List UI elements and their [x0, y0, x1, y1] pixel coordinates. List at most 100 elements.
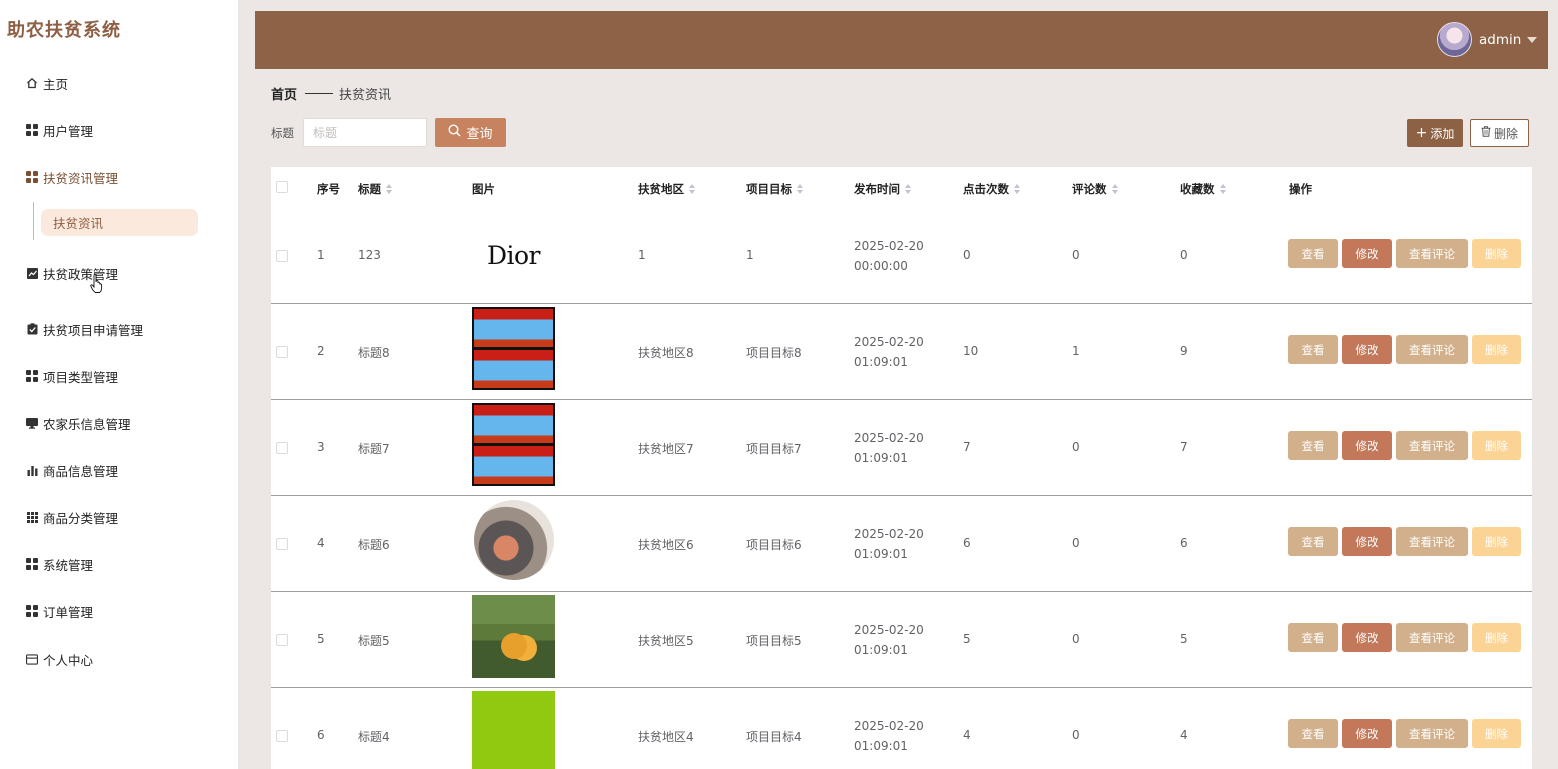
view-comments-button[interactable]: 查看评论 [1396, 719, 1468, 748]
add-button[interactable]: + 添加 [1407, 119, 1463, 147]
cell-time: 2025-02-20 01:09:01 [854, 527, 924, 561]
column-header-title[interactable]: 标题 [358, 181, 392, 197]
column-header-favorites[interactable]: 收藏数 [1180, 181, 1226, 197]
sidebar-item-home[interactable]: 主页 [26, 72, 68, 94]
sidebar-item-label: 商品信息管理 [43, 463, 119, 479]
view-button[interactable]: 查看 [1288, 719, 1338, 748]
view-button[interactable]: 查看 [1288, 527, 1338, 556]
row-checkbox[interactable] [276, 730, 288, 742]
view-comments-button[interactable]: 查看评论 [1396, 527, 1468, 556]
sidebar-subitem-news[interactable]: 扶贫资讯 [41, 209, 198, 236]
cell-index: 5 [317, 632, 325, 646]
row-checkbox[interactable] [276, 346, 288, 358]
cell-index: 4 [317, 536, 325, 550]
table-row: 4 标题6 扶贫地区6 项目目标6 2025-02-20 01:09:01 6 … [271, 496, 1532, 592]
delete-button[interactable]: 删除 [1472, 623, 1521, 652]
table-row: 6 标题4 扶贫地区4 项目目标4 2025-02-20 01:09:01 4 … [271, 688, 1532, 769]
clipboard-check-icon [26, 323, 38, 335]
row-checkbox[interactable] [276, 538, 288, 550]
sidebar-item-users[interactable]: 用户管理 [26, 119, 93, 141]
edit-button[interactable]: 修改 [1342, 527, 1392, 556]
table-row: 3 标题7 扶贫地区7 项目目标7 2025-02-20 01:09:01 7 … [271, 400, 1532, 496]
edit-button[interactable]: 修改 [1342, 239, 1392, 268]
sidebar-item-farm-stay[interactable]: 农家乐信息管理 [26, 412, 131, 434]
edit-button[interactable]: 修改 [1342, 335, 1392, 364]
cell-goal: 1 [746, 248, 754, 262]
view-comments-button[interactable]: 查看评论 [1396, 623, 1468, 652]
view-comments-button[interactable]: 查看评论 [1396, 335, 1468, 364]
column-header-clicks[interactable]: 点击次数 [963, 181, 1020, 197]
sidebar-item-policy[interactable]: 扶贫政策管理 [26, 262, 118, 284]
sort-icon [689, 184, 695, 194]
column-header-actions: 操作 [1289, 182, 1312, 196]
cell-time: 2025-02-20 01:09:01 [854, 431, 924, 465]
news-image-dior-logo: Dior [486, 241, 541, 270]
cell-region: 扶贫地区6 [638, 538, 694, 552]
edit-button[interactable]: 修改 [1342, 719, 1392, 748]
column-header-time[interactable]: 发布时间 [854, 181, 911, 197]
cell-region: 扶贫地区5 [638, 634, 694, 648]
view-comments-button[interactable]: 查看评论 [1396, 431, 1468, 460]
monitor-icon [26, 417, 38, 429]
cell-clicks: 6 [963, 536, 971, 550]
row-checkbox[interactable] [276, 250, 288, 262]
user-menu[interactable]: admin [1479, 32, 1538, 48]
cell-index: 1 [317, 248, 325, 262]
grid9-icon [26, 511, 38, 523]
home-icon [26, 77, 38, 89]
title-search-input[interactable] [303, 118, 427, 147]
sidebar-item-system[interactable]: 系统管理 [26, 553, 93, 575]
sidebar-item-orders[interactable]: 订单管理 [26, 600, 93, 622]
sidebar-item-project-apply[interactable]: 扶贫项目申请管理 [26, 318, 143, 340]
query-button[interactable]: 查询 [435, 118, 506, 147]
sidebar-item-news-management[interactable]: 扶贫资讯管理 [26, 166, 118, 188]
cell-favorites: 0 [1180, 248, 1188, 262]
avatar[interactable] [1437, 22, 1472, 57]
sidebar-item-label: 系统管理 [43, 557, 94, 573]
batch-delete-button[interactable]: 删除 [1470, 119, 1529, 147]
column-header-region[interactable]: 扶贫地区 [638, 181, 695, 197]
delete-button[interactable]: 删除 [1472, 719, 1521, 748]
cell-region: 扶贫地区8 [638, 346, 694, 360]
breadcrumb-separator [305, 93, 334, 94]
edit-button[interactable]: 修改 [1342, 431, 1392, 460]
cell-comments: 0 [1072, 728, 1080, 742]
view-button[interactable]: 查看 [1288, 335, 1338, 364]
row-checkbox[interactable] [276, 442, 288, 454]
trend-icon [26, 267, 38, 279]
sidebar-item-label: 主页 [43, 76, 69, 92]
delete-button[interactable]: 删除 [1472, 431, 1521, 460]
cell-region: 1 [638, 248, 646, 262]
row-checkbox[interactable] [276, 634, 288, 646]
select-all-checkbox[interactable] [276, 181, 288, 193]
cell-region: 扶贫地区4 [638, 730, 694, 744]
news-table: 序号 标题 图片 扶贫地区 项目目标 发布时间 点击次数 评论数 收藏数 操作 … [271, 167, 1532, 769]
view-button[interactable]: 查看 [1288, 431, 1338, 460]
column-header-goal[interactable]: 项目目标 [746, 181, 803, 197]
card-icon [26, 653, 38, 665]
breadcrumb-home[interactable]: 首页 [271, 84, 297, 103]
delete-button[interactable]: 删除 [1472, 527, 1521, 556]
cell-index: 2 [317, 344, 325, 358]
caret-down-icon [1527, 37, 1538, 43]
view-comments-button[interactable]: 查看评论 [1396, 239, 1468, 268]
cell-goal: 项目目标8 [746, 346, 802, 360]
edit-button[interactable]: 修改 [1342, 623, 1392, 652]
sidebar-item-products[interactable]: 商品信息管理 [26, 459, 118, 481]
column-header-comments[interactable]: 评论数 [1072, 181, 1118, 197]
sidebar-item-label: 用户管理 [43, 123, 94, 139]
trash-icon [1481, 126, 1491, 140]
view-button[interactable]: 查看 [1288, 239, 1338, 268]
breadcrumb-current: 扶贫资讯 [339, 88, 392, 103]
sidebar-item-product-categories[interactable]: 商品分类管理 [26, 506, 118, 528]
delete-button[interactable]: 删除 [1472, 239, 1521, 268]
cell-title: 标题7 [358, 442, 390, 456]
cell-clicks: 10 [963, 344, 979, 358]
sidebar-item-profile[interactable]: 个人中心 [26, 648, 93, 670]
column-header-index: 序号 [317, 182, 340, 196]
view-button[interactable]: 查看 [1288, 623, 1338, 652]
delete-button[interactable]: 删除 [1472, 335, 1521, 364]
sidebar-item-project-types[interactable]: 项目类型管理 [26, 365, 118, 387]
table-row: 2 标题8 扶贫地区8 项目目标8 2025-02-20 01:09:01 10… [271, 304, 1532, 400]
sort-icon [1219, 184, 1226, 194]
